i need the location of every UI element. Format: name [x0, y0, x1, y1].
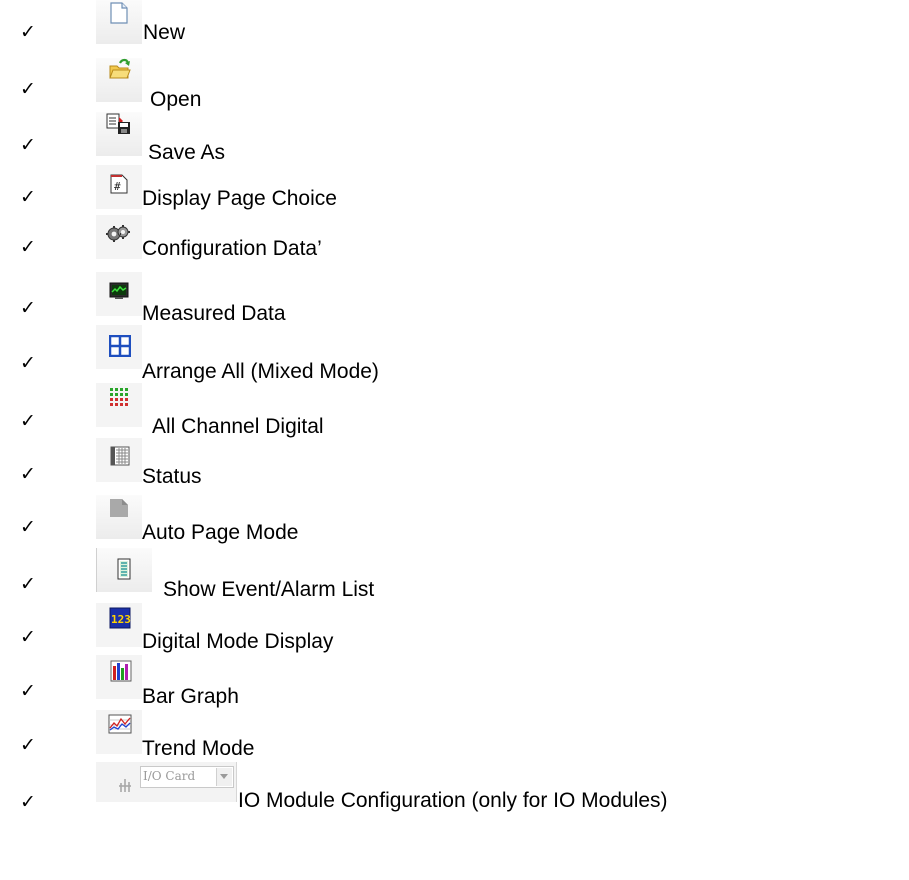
list-item-bar-graph: ✓ Bar Graph — [0, 655, 909, 708]
check-mark: ✓ — [20, 78, 36, 100]
io-card-select[interactable]: I/O Card — [140, 766, 234, 788]
toolbar-button-measured-data[interactable] — [96, 272, 142, 316]
toolbar-button-all-channel-digital[interactable] — [96, 383, 142, 427]
list-item-status: ✓ Status — [0, 438, 909, 488]
bar-graph-icon — [110, 660, 132, 682]
toolbar-button-new[interactable] — [96, 0, 142, 44]
check-mark: ✓ — [20, 573, 36, 595]
list-item-save-as: ✓ Save As — [0, 112, 909, 164]
display-page-choice-icon: # — [110, 174, 128, 194]
toolbar-button-auto-page-mode[interactable] — [96, 495, 142, 539]
item-label: IO Module Configuration (only for IO Mod… — [238, 789, 668, 812]
svg-text:#: # — [114, 180, 121, 193]
auto-page-mode-icon — [110, 499, 128, 517]
status-icon — [110, 446, 130, 466]
check-mark: ✓ — [20, 516, 36, 538]
list-item-digital-mode-display: ✓ 123 Digital Mode Display — [0, 603, 909, 653]
check-mark: ✓ — [20, 186, 36, 208]
list-item-io-module-configuration: ✓ I/O Card IO Module Configuration (only… — [0, 762, 909, 813]
svg-text:123: 123 — [111, 613, 131, 626]
check-mark: ✓ — [20, 463, 36, 485]
digital-mode-display-icon: 123 — [109, 607, 131, 629]
list-item-auto-page-mode: ✓ Auto Page Mode — [0, 495, 909, 544]
io-module-icon — [119, 779, 131, 792]
event-alarm-list-icon — [117, 558, 131, 580]
item-label: Status — [142, 465, 202, 488]
toolbar-button-show-event-alarm-list[interactable] — [96, 548, 152, 592]
save-as-icon — [106, 113, 130, 134]
item-label: Measured Data — [142, 302, 286, 325]
toolbar-button-display-page-choice[interactable]: # — [96, 165, 142, 209]
toolbar-button-open[interactable] — [96, 58, 142, 102]
item-label: Display Page Choice — [142, 187, 337, 210]
item-label: Save As — [148, 141, 226, 164]
toolbar-button-configuration-data[interactable] — [96, 215, 142, 259]
check-mark: ✓ — [20, 734, 36, 756]
item-label: Auto Page Mode — [142, 521, 299, 544]
item-label: Trend Mode — [142, 737, 255, 760]
new-document-icon — [110, 2, 128, 24]
list-item-measured-data: ✓ Measured Data — [0, 272, 909, 325]
list-item-new: ✓ New — [0, 0, 909, 44]
check-mark: ✓ — [20, 791, 36, 813]
open-folder-icon — [109, 58, 131, 79]
gear-icon — [106, 225, 130, 242]
check-mark: ✓ — [20, 352, 36, 374]
all-channel-digital-icon — [110, 388, 128, 406]
item-label: Show Event/Alarm List — [163, 578, 375, 601]
list-item-open: ✓ Open — [0, 58, 909, 111]
io-card-toolbar: I/O Card — [96, 762, 237, 802]
list-item-display-page-choice: ✓ # Display Page Choice — [0, 165, 909, 210]
toolbar-button-status[interactable] — [96, 438, 142, 482]
toolbar-button-bar-graph[interactable] — [96, 655, 142, 699]
trend-mode-icon — [108, 714, 132, 734]
item-label: Configuration Data’ — [142, 237, 322, 260]
list-item-all-channel-digital: ✓ All Channel Digital — [0, 383, 909, 438]
item-label: New — [143, 21, 186, 44]
check-mark: ✓ — [20, 236, 36, 258]
list-item-configuration-data: ✓ Configuration Data’ — [0, 215, 909, 260]
toolbar-button-arrange-all[interactable] — [96, 325, 142, 369]
toolbar-button-save-as[interactable] — [96, 112, 142, 156]
toolbar-button-digital-mode-display[interactable]: 123 — [96, 603, 142, 647]
item-label: Digital Mode Display — [142, 630, 334, 653]
check-mark: ✓ — [20, 134, 36, 156]
check-mark: ✓ — [20, 626, 36, 648]
list-item-show-event-alarm-list: ✓ Show Event/Alarm List — [0, 548, 909, 601]
list-item-arrange-all: ✓ Arrange All (Mixed Mode) — [0, 325, 909, 383]
measured-data-icon — [109, 282, 129, 299]
check-mark: ✓ — [20, 297, 36, 319]
check-mark: ✓ — [20, 21, 36, 43]
item-label: Open — [150, 88, 202, 111]
arrange-all-icon — [109, 335, 131, 357]
chevron-down-icon[interactable] — [216, 768, 232, 786]
item-label: Bar Graph — [142, 685, 239, 708]
list-item-trend-mode: ✓ Trend Mode — [0, 710, 909, 760]
check-mark: ✓ — [20, 680, 36, 702]
item-label: All Channel Digital — [152, 415, 324, 438]
io-card-select-value: I/O Card — [143, 769, 196, 783]
item-label: Arrange All (Mixed Mode) — [142, 360, 379, 383]
toolbar-button-trend-mode[interactable] — [96, 710, 142, 754]
check-mark: ✓ — [20, 410, 36, 432]
